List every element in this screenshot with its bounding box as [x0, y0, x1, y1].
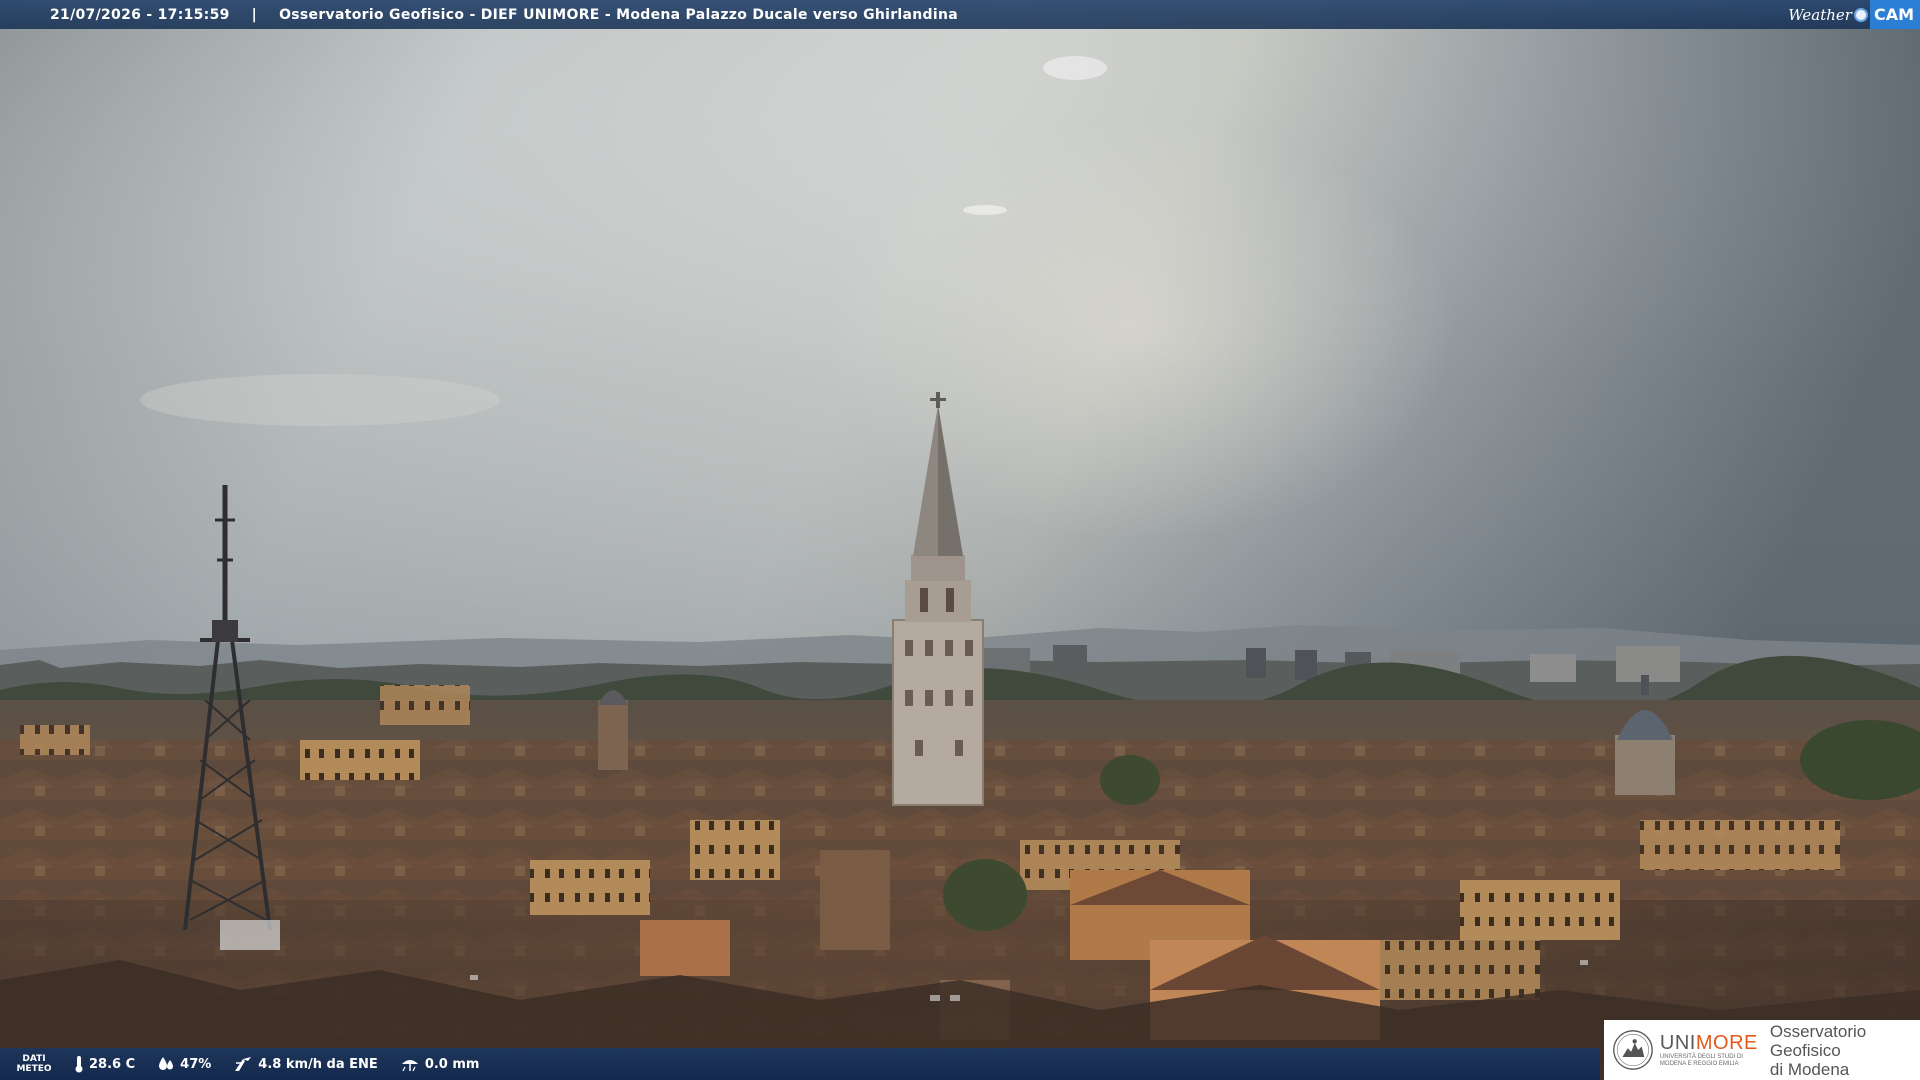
- wind-icon: [235, 1057, 252, 1071]
- weathercam-logo: Weather CAM: [1788, 0, 1920, 29]
- timestamp: 21/07/2026 - 17:15:59: [50, 6, 230, 23]
- uni-text: UNI: [1659, 1032, 1696, 1054]
- humidity-reading: 47%: [157, 1056, 211, 1072]
- webcam-header-bar: 21/07/2026 - 17:15:59 | Osservatorio Geo…: [0, 0, 1920, 29]
- rain-reading: 0.0 mm: [400, 1056, 480, 1072]
- camera-title: Osservatorio Geofisico - DIEF UNIMORE - …: [279, 6, 958, 23]
- brand-cam-text: CAM: [1869, 0, 1920, 29]
- brand-weather-text: Weather: [1788, 5, 1852, 24]
- webcam-image: [0, 0, 1920, 1080]
- temperature-reading: 28.6 C: [74, 1055, 135, 1073]
- header-separator: |: [251, 6, 258, 23]
- university-subtitle: UNIVERSITÀ DEGLI STUDI DI MODENA E REGGI…: [1659, 1054, 1743, 1067]
- thermometer-icon: [75, 1056, 83, 1073]
- webcam-frame: 21/07/2026 - 17:15:59 | Osservatorio Geo…: [0, 0, 1920, 1080]
- more-text: MORE: [1695, 1032, 1758, 1054]
- rain-gauge-icon: [401, 1060, 418, 1072]
- rain-value: 0.0 mm: [424, 1056, 480, 1072]
- weather-data-bar: DATI METEO 28.6 C 47% 4.8 km/h da ENE 0.…: [0, 1048, 1600, 1080]
- temperature-value: 28.6 C: [89, 1056, 136, 1072]
- observatory-name: Osservatorio Geofisico di Modena: [1769, 1021, 1867, 1079]
- brand-dot-icon: [1853, 7, 1868, 22]
- unimore-wordmark: UNIMORE UNIVERSITÀ DEGLI STUDI DI MODENA…: [1660, 1032, 1758, 1068]
- humidity-drop-icon: [159, 1057, 174, 1070]
- weather-data-label: DATI METEO: [16, 1054, 52, 1074]
- wind-reading: 4.8 km/h da ENE: [233, 1055, 378, 1073]
- unimore-observatory-logo: UNIMORE UNIVERSITÀ DEGLI STUDI DI MODENA…: [1604, 1020, 1920, 1080]
- university-seal-icon: [1613, 1030, 1653, 1070]
- wind-value: 4.8 km/h da ENE: [258, 1056, 378, 1072]
- humidity-value: 47%: [180, 1056, 212, 1072]
